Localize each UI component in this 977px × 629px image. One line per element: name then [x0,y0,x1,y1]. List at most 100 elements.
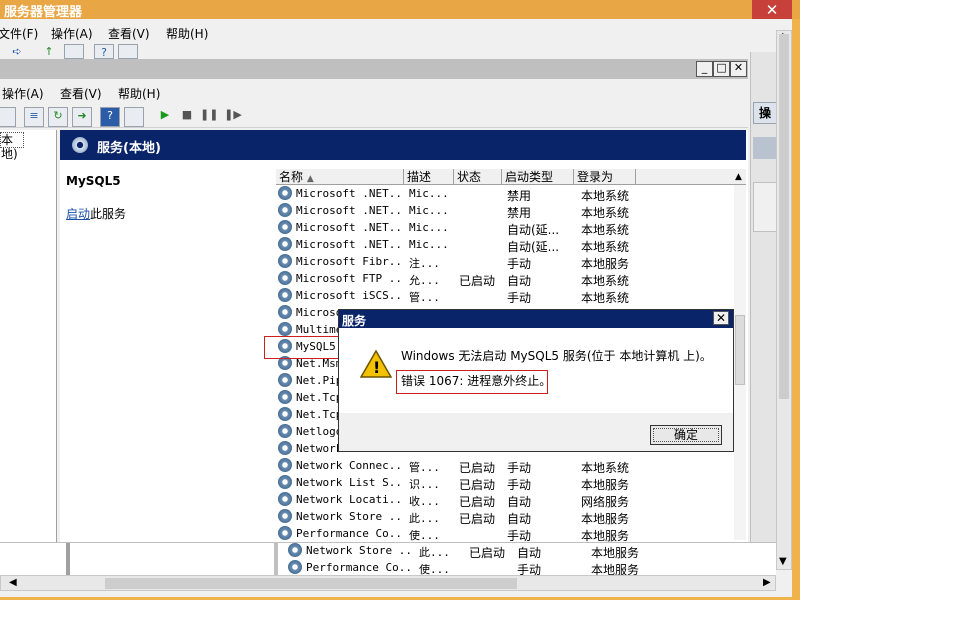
console-tree: 本地) [0,130,57,542]
horizontal-thumb[interactable] [105,578,517,589]
service-row[interactable]: Microsoft .NET... Mic... 自动(延... 本地系统 [276,236,736,254]
service-gear-icon [278,475,292,489]
outer-vertical-thumb[interactable] [779,34,789,399]
service-gear-icon [278,424,292,438]
outer-close-button[interactable]: ✕ [752,0,792,20]
service-name: Performance Co... [306,561,414,574]
column-header-status[interactable]: 状态 [454,169,502,185]
help-book-icon[interactable]: ? [100,107,120,127]
service-name: Network List S... [296,476,404,489]
column-header-name[interactable]: 名称 ▲ [276,169,404,185]
dialog-close-button[interactable]: ✕ [713,311,729,325]
service-gear-icon [278,237,292,251]
close-button[interactable]: ✕ [730,61,747,77]
ok-button[interactable]: 确定 [650,425,722,445]
export-icon[interactable]: ➜ [72,107,92,127]
export-list-icon[interactable]: ≡ [24,107,44,127]
up-icon[interactable]: ↑ [40,44,58,58]
service-gear-icon [278,305,292,319]
service-description: 此... [409,512,440,525]
menu-help[interactable]: 帮助(H) [166,25,208,42]
tree-item-services-local[interactable]: 本地) [0,132,24,161]
service-row[interactable]: Network Store ... 此... 已启动 自动 本地服务 [276,508,736,526]
list-scroll-up-icon[interactable]: ▲ [731,169,746,185]
forward-icon[interactable]: ➪ [8,44,26,58]
service-name: Network Locati... [296,493,404,506]
mmc-menu-help[interactable]: 帮助(H) [118,85,160,102]
maximize-button[interactable]: □ [713,61,730,77]
help-icon[interactable]: ? [94,44,114,59]
error-highlight-box [396,370,548,394]
outer-title-bar[interactable]: 服务器管理器 [0,0,800,20]
mmc-title-bar[interactable]: _ □ ✕ [0,59,748,79]
service-gear-icon [278,492,292,506]
dialog-title-bar[interactable]: 服务 [339,310,733,328]
service-row[interactable]: Microsoft .NET... Mic... 自动(延... 本地系统 [276,219,736,237]
service-gear-icon [278,407,292,421]
service-gear-icon [278,288,292,302]
service-row[interactable]: Microsoft .NET... Mic... 禁用 本地系统 [276,202,736,220]
show-tree-icon[interactable] [0,107,16,127]
service-row[interactable]: Performance Co... 使... 手动 本地服务 [276,525,736,543]
service-row[interactable]: Microsoft .NET... Mic... 禁用 本地系统 [276,185,736,203]
menu-view[interactable]: 查看(V) [108,25,150,42]
show-hide-tree-icon[interactable] [64,44,84,59]
properties-icon[interactable] [118,44,138,59]
service-gear-icon [288,560,302,574]
scroll-left-icon[interactable]: ◀ [9,577,17,588]
service-list-header: 名称 ▲ 描述 状态 启动类型 登录为 [276,169,746,185]
list-vertical-thumb[interactable] [735,315,745,385]
column-header-startup-type[interactable]: 启动类型 [502,169,574,185]
service-row[interactable]: Network List S... 识... 已启动 手动 本地服务 [276,474,736,492]
start-service-icon[interactable]: ▶ [156,107,174,125]
mmc-menu-view[interactable]: 查看(V) [60,85,102,102]
services-gear-icon [72,137,88,153]
lower-service-row[interactable]: Network Store ... 此... 已启动 自动 本地服务 [286,542,746,560]
outer-menubar: 文件(F) 操作(A) 查看(V) 帮助(H) [0,22,750,42]
service-description: 收... [409,495,440,508]
service-name: Performance Co... [296,527,404,540]
services-header: 服务(本地) [60,130,746,160]
service-description: 允... [409,274,440,287]
properties-window-icon[interactable] [124,107,144,127]
refresh-icon[interactable]: ↻ [48,107,68,127]
service-row[interactable]: Microsoft Fibr... 注... 手动 本地服务 [276,253,736,271]
scroll-right-icon[interactable]: ▶ [763,577,771,588]
menu-file[interactable]: 文件(F) [0,25,38,42]
restart-service-icon[interactable]: ❚▶ [224,107,242,125]
lower-splitter-2[interactable] [274,543,278,576]
horizontal-scrollbar[interactable]: ◀ ▶ [0,575,776,591]
list-vertical-scrollbar[interactable] [734,185,746,540]
service-description: 注... [409,257,440,270]
service-name: Microsoft iSCS... [296,289,404,302]
service-row[interactable]: Microsoft FTP ... 允... 已启动 自动 本地系统 [276,270,736,288]
outer-vertical-scrollbar[interactable]: ▲ ▼ [776,30,792,570]
service-row[interactable]: Microsoft iSCS... 管... 手动 本地系统 [276,287,736,305]
stop-service-icon[interactable]: ■ [178,107,196,125]
scroll-down-icon[interactable]: ▼ [779,556,787,567]
lower-service-row[interactable]: Performance Co... 使... 手动 本地服务 [286,559,746,577]
service-description: 管... [409,291,440,304]
column-header-logon-as[interactable]: 登录为 [574,169,636,185]
column-header-description[interactable]: 描述 [404,169,454,185]
service-gear-icon [278,390,292,404]
outer-window-title: 服务器管理器 [4,5,83,20]
pause-service-icon[interactable]: ❚❚ [200,107,218,125]
service-row[interactable]: Network Connec... 管... 已启动 手动 本地系统 [276,457,736,475]
service-name: Network Store ... [306,544,414,557]
mmc-menu-action[interactable]: 操作(A) [2,85,44,102]
menu-action[interactable]: 操作(A) [51,25,93,42]
mmc-menubar: 操作(A) 查看(V) 帮助(H) [0,80,748,104]
service-gear-icon [278,526,292,540]
start-service-link[interactable]: 启动 [66,207,90,221]
service-name: Network Store ... [296,510,404,523]
mmc-toolbar: ≡ ↻ ➜ ? ▶ ■ ❚❚ ❚▶ [0,104,748,128]
actions-box [753,182,777,232]
selected-service-title: MySQL5 [66,174,121,188]
service-gear-icon [278,373,292,387]
outer-toolbar: ➪ ↑ ? [0,43,750,59]
outer-actions-pane: 操 [750,52,778,542]
service-row[interactable]: Network Locati... 收... 已启动 自动 网络服务 [276,491,736,509]
lower-splitter[interactable] [66,543,70,576]
minimize-button[interactable]: _ [696,61,713,77]
